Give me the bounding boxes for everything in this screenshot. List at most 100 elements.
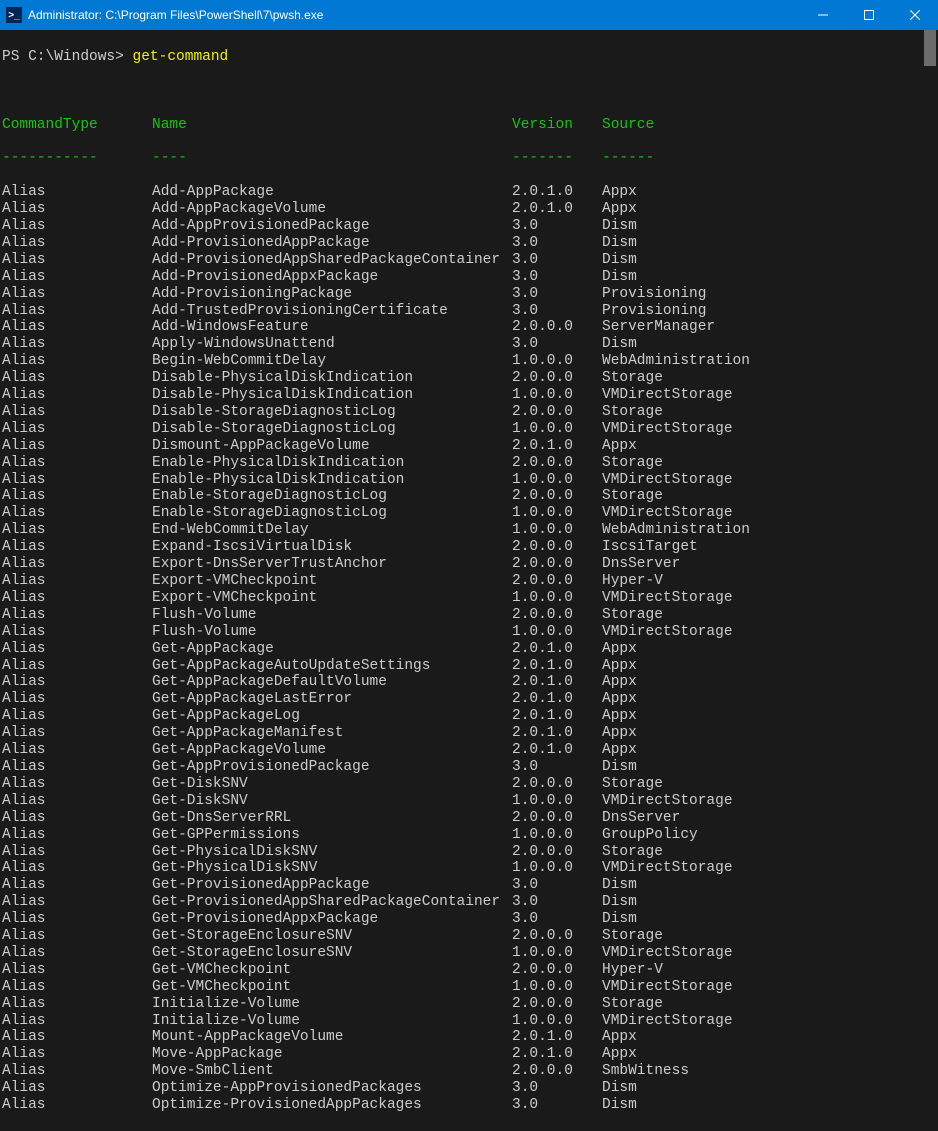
- cell-version: 3.0: [512, 1080, 602, 1097]
- cell-name: Apply-WindowsUnattend: [152, 336, 512, 353]
- cell-source: Dism: [602, 1080, 637, 1097]
- cell-commandtype: Alias: [2, 184, 152, 201]
- table-row: AliasGet-ProvisionedAppPackage3.0Dism: [2, 877, 936, 894]
- cell-source: Storage: [602, 370, 663, 387]
- table-row: AliasAdd-TrustedProvisioningCertificate3…: [2, 303, 936, 320]
- cell-source: Dism: [602, 759, 637, 776]
- cell-commandtype: Alias: [2, 996, 152, 1013]
- cell-commandtype: Alias: [2, 911, 152, 928]
- cell-version: 2.0.0.0: [512, 556, 602, 573]
- cell-version: 3.0: [512, 877, 602, 894]
- cell-commandtype: Alias: [2, 201, 152, 218]
- cell-source: Storage: [602, 928, 663, 945]
- cell-name: Enable-StorageDiagnosticLog: [152, 488, 512, 505]
- cell-commandtype: Alias: [2, 691, 152, 708]
- table-row: AliasGet-GPPermissions1.0.0.0GroupPolicy: [2, 827, 936, 844]
- table-row: AliasGet-DnsServerRRL2.0.0.0DnsServer: [2, 810, 936, 827]
- cell-name: Get-VMCheckpoint: [152, 962, 512, 979]
- cell-commandtype: Alias: [2, 370, 152, 387]
- cell-name: Mount-AppPackageVolume: [152, 1029, 512, 1046]
- cell-name: Add-WindowsFeature: [152, 319, 512, 336]
- cell-name: Get-AppPackageLog: [152, 708, 512, 725]
- cell-source: Appx: [602, 658, 637, 675]
- cell-name: Expand-IscsiVirtualDisk: [152, 539, 512, 556]
- cell-name: Get-VMCheckpoint: [152, 979, 512, 996]
- cell-version: 1.0.0.0: [512, 979, 602, 996]
- terminal-area[interactable]: PS C:\Windows> get-command CommandTypeNa…: [0, 30, 938, 1024]
- cell-source: VMDirectStorage: [602, 421, 733, 438]
- cell-commandtype: Alias: [2, 877, 152, 894]
- dash-version: -------: [512, 150, 602, 167]
- table-row: AliasGet-StorageEnclosureSNV2.0.0.0Stora…: [2, 928, 936, 945]
- cell-version: 3.0: [512, 252, 602, 269]
- cell-commandtype: Alias: [2, 218, 152, 235]
- cell-version: 2.0.1.0: [512, 708, 602, 725]
- scrollbar-thumb[interactable]: [924, 30, 936, 66]
- vertical-scrollbar[interactable]: [922, 30, 938, 1024]
- cell-commandtype: Alias: [2, 590, 152, 607]
- cell-source: Provisioning: [602, 286, 706, 303]
- cell-name: Get-AppPackageLastError: [152, 691, 512, 708]
- cell-name: Get-PhysicalDiskSNV: [152, 844, 512, 861]
- cell-version: 1.0.0.0: [512, 827, 602, 844]
- cell-source: VMDirectStorage: [602, 624, 733, 641]
- cell-version: 1.0.0.0: [512, 624, 602, 641]
- cell-name: Get-DnsServerRRL: [152, 810, 512, 827]
- cell-name: Optimize-ProvisionedAppPackages: [152, 1097, 512, 1114]
- cell-source: Storage: [602, 455, 663, 472]
- cell-name: End-WebCommitDelay: [152, 522, 512, 539]
- cell-source: Dism: [602, 235, 637, 252]
- table-row: AliasOptimize-AppProvisionedPackages3.0D…: [2, 1080, 936, 1097]
- header-row: CommandTypeNameVersionSource: [2, 117, 936, 134]
- maximize-button[interactable]: [846, 0, 892, 30]
- table-row: AliasGet-AppPackageVolume2.0.1.0Appx: [2, 742, 936, 759]
- cell-version: 1.0.0.0: [512, 793, 602, 810]
- cell-source: VMDirectStorage: [602, 793, 733, 810]
- cell-source: SmbWitness: [602, 1063, 689, 1080]
- table-row: AliasAdd-WindowsFeature2.0.0.0ServerMana…: [2, 319, 936, 336]
- cell-name: Disable-StorageDiagnosticLog: [152, 404, 512, 421]
- table-row: AliasAdd-AppProvisionedPackage3.0Dism: [2, 218, 936, 235]
- maximize-icon: [864, 10, 874, 20]
- cell-name: Export-VMCheckpoint: [152, 590, 512, 607]
- cell-version: 2.0.1.0: [512, 725, 602, 742]
- window-titlebar: >_ Administrator: C:\Program Files\Power…: [0, 0, 938, 30]
- table-row: AliasDisable-StorageDiagnosticLog2.0.0.0…: [2, 404, 936, 421]
- cell-name: Export-VMCheckpoint: [152, 573, 512, 590]
- cell-commandtype: Alias: [2, 286, 152, 303]
- cell-commandtype: Alias: [2, 674, 152, 691]
- table-row: AliasFlush-Volume2.0.0.0Storage: [2, 607, 936, 624]
- table-row: AliasDisable-PhysicalDiskIndication2.0.0…: [2, 370, 936, 387]
- table-row: AliasExport-VMCheckpoint2.0.0.0Hyper-V: [2, 573, 936, 590]
- cell-source: Storage: [602, 776, 663, 793]
- cell-name: Get-ProvisionedAppPackage: [152, 877, 512, 894]
- cell-source: Appx: [602, 184, 637, 201]
- minimize-button[interactable]: [800, 0, 846, 30]
- table-row: AliasMove-AppPackage2.0.1.0Appx: [2, 1046, 936, 1063]
- table-row: AliasInitialize-Volume2.0.0.0Storage: [2, 996, 936, 1013]
- cell-commandtype: Alias: [2, 827, 152, 844]
- cell-source: Storage: [602, 488, 663, 505]
- close-button[interactable]: [892, 0, 938, 30]
- cell-version: 2.0.0.0: [512, 844, 602, 861]
- table-row: AliasEnable-StorageDiagnosticLog1.0.0.0V…: [2, 505, 936, 522]
- cell-source: Dism: [602, 218, 637, 235]
- cell-commandtype: Alias: [2, 252, 152, 269]
- cell-source: IscsiTarget: [602, 539, 698, 556]
- table-row: AliasGet-StorageEnclosureSNV1.0.0.0VMDir…: [2, 945, 936, 962]
- cell-version: 1.0.0.0: [512, 945, 602, 962]
- table-row: AliasAdd-ProvisionedAppPackage3.0Dism: [2, 235, 936, 252]
- table-row: AliasGet-VMCheckpoint1.0.0.0VMDirectStor…: [2, 979, 936, 996]
- cell-commandtype: Alias: [2, 303, 152, 320]
- cell-source: Dism: [602, 894, 637, 911]
- cell-commandtype: Alias: [2, 962, 152, 979]
- cell-version: 2.0.0.0: [512, 776, 602, 793]
- cell-version: 2.0.1.0: [512, 742, 602, 759]
- cell-name: Move-AppPackage: [152, 1046, 512, 1063]
- table-row: AliasExpand-IscsiVirtualDisk2.0.0.0Iscsi…: [2, 539, 936, 556]
- cell-commandtype: Alias: [2, 759, 152, 776]
- cell-source: VMDirectStorage: [602, 860, 733, 877]
- cell-name: Enable-StorageDiagnosticLog: [152, 505, 512, 522]
- dash-name: ----: [152, 150, 512, 167]
- cell-version: 2.0.0.0: [512, 607, 602, 624]
